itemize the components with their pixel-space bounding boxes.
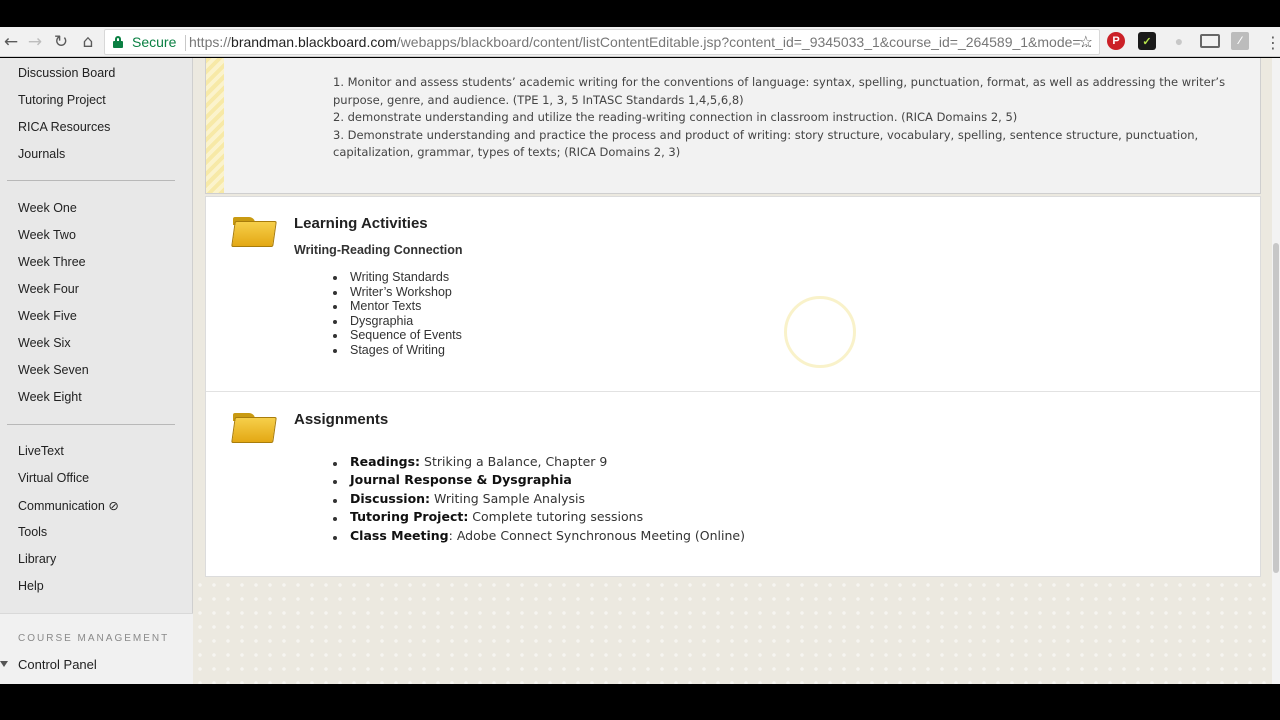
menu-week-five[interactable]: Week Five: [18, 309, 77, 323]
menu-week-four[interactable]: Week Four: [18, 282, 79, 296]
url-path: /webapps/blackboard/content/listContentE…: [396, 34, 1093, 50]
scrollbar-thumb[interactable]: [1273, 243, 1279, 573]
objective-line: 1. Monitor and assess students’ academic…: [333, 75, 1226, 89]
assignment-text: : Adobe Connect Synchronous Meeting (Onl…: [448, 528, 745, 543]
list-bullet: [333, 334, 337, 338]
lock-icon: [113, 36, 123, 48]
checkmark-extension-icon[interactable]: ✓: [1138, 32, 1156, 50]
objectives-stripe: [206, 58, 224, 193]
address-bar[interactable]: Secure https://brandman.blackboard.com/w…: [104, 29, 1100, 55]
list-bullet: [333, 291, 337, 295]
page-scrollbar[interactable]: [1272, 58, 1280, 684]
assignment-label: Tutoring Project:: [350, 509, 469, 524]
folder-icon: [231, 411, 277, 445]
menu-divider: [7, 424, 175, 425]
objective-line: 3. Demonstrate understanding and practic…: [333, 128, 1199, 142]
extension-icon[interactable]: ●: [1170, 32, 1188, 50]
assignment-item: Journal Response & Dysgraphia: [350, 472, 572, 487]
menu-icon[interactable]: ⋮: [1262, 31, 1280, 53]
menu-week-one[interactable]: Week One: [18, 201, 77, 215]
list-bullet: [333, 349, 337, 353]
pinterest-icon[interactable]: P: [1107, 32, 1125, 50]
course-menu: Discussion Board Tutoring Project RICA R…: [0, 58, 193, 684]
menu-week-three[interactable]: Week Three: [18, 255, 86, 269]
learning-activities-subtitle: Writing-Reading Connection: [294, 243, 463, 257]
menu-journals[interactable]: Journals: [18, 147, 65, 161]
objective-line: 2. demonstrate understanding and utilize…: [333, 110, 1018, 124]
card-divider: [206, 391, 1260, 392]
address-separator: [185, 35, 186, 51]
url-scheme: https://: [189, 34, 232, 50]
menu-virtual-office[interactable]: Virtual Office: [18, 471, 89, 485]
menu-week-six[interactable]: Week Six: [18, 336, 71, 350]
assignments-link[interactable]: Assignments: [294, 411, 388, 428]
triangle-down-icon[interactable]: [0, 661, 8, 667]
menu-communication[interactable]: Communication ⊘: [18, 498, 119, 513]
learning-activities-link[interactable]: Learning Activities: [294, 215, 428, 232]
reload-icon[interactable]: ↻: [50, 31, 72, 53]
list-bullet: [333, 276, 337, 280]
list-bullet: [333, 499, 337, 503]
cast-icon[interactable]: [1200, 34, 1220, 48]
extension-gray-icon[interactable]: ⁄: [1231, 32, 1249, 50]
secure-label: Secure: [132, 34, 177, 50]
assignment-text: Writing Sample Analysis: [430, 491, 585, 506]
assignment-item: Discussion: Writing Sample Analysis: [350, 491, 585, 506]
menu-tutoring-project[interactable]: Tutoring Project: [18, 93, 106, 107]
list-bullet: [333, 305, 337, 309]
menu-livetext[interactable]: LiveText: [18, 444, 64, 458]
folder-icon: [231, 215, 277, 249]
browser-chrome: ← → ↻ ⌂ Secure https://brandman.blackboa…: [0, 0, 1280, 60]
list-bullet: [333, 517, 337, 521]
page-pattern: [193, 578, 1280, 684]
list-item: Writer’s Workshop: [350, 285, 452, 299]
menu-rica-resources[interactable]: RICA Resources: [18, 120, 110, 134]
menu-library[interactable]: Library: [18, 552, 56, 566]
menu-discussion-board[interactable]: Discussion Board: [18, 66, 115, 80]
control-panel-link[interactable]: Control Panel: [18, 657, 97, 672]
loading-spinner-icon: [784, 296, 856, 368]
list-item: Sequence of Events: [350, 328, 462, 342]
course-management-title: COURSE MANAGEMENT: [18, 633, 170, 644]
screen-bottom-bar: [0, 684, 1280, 720]
assignment-label: Journal Response & Dysgraphia: [350, 472, 572, 487]
objectives-block: 1. Monitor and assess students’ academic…: [205, 58, 1261, 194]
assignment-label: Discussion:: [350, 491, 431, 506]
url-host: brandman.blackboard.com: [231, 34, 397, 50]
assignment-text: Striking a Balance, Chapter 9: [420, 454, 608, 469]
list-item: Writing Standards: [350, 270, 450, 284]
course-management-panel: [0, 613, 193, 684]
list-item: Mentor Texts: [350, 299, 422, 313]
list-item: Stages of Writing: [350, 343, 445, 357]
menu-tools[interactable]: Tools: [18, 525, 47, 539]
list-bullet: [333, 462, 337, 466]
objective-line: capitalization, grammar, types of texts;…: [333, 145, 681, 159]
assignment-item: Tutoring Project: Complete tutoring sess…: [350, 509, 643, 524]
forward-icon[interactable]: →: [24, 31, 46, 53]
list-item: Dysgraphia: [350, 314, 414, 328]
assignment-item: Readings: Striking a Balance, Chapter 9: [350, 454, 607, 469]
content-card: Learning Activities Writing-Reading Conn…: [205, 196, 1261, 577]
objective-line: purpose, genre, and audience. (TPE 1, 3,…: [333, 93, 744, 107]
list-bullet: [333, 536, 337, 540]
assignment-label: Class Meeting: [350, 528, 449, 543]
browser-toolbar: ← → ↻ ⌂ Secure https://brandman.blackboa…: [0, 27, 1280, 57]
assignment-text: Complete tutoring sessions: [468, 509, 644, 524]
home-icon[interactable]: ⌂: [77, 31, 99, 53]
menu-week-eight[interactable]: Week Eight: [18, 390, 82, 404]
list-bullet: [333, 480, 337, 484]
star-icon[interactable]: ☆: [1079, 30, 1093, 54]
list-bullet: [333, 320, 337, 324]
menu-week-seven[interactable]: Week Seven: [18, 363, 89, 377]
assignment-item: Class Meeting: Adobe Connect Synchronous…: [350, 528, 745, 543]
menu-week-two[interactable]: Week Two: [18, 228, 76, 242]
back-icon[interactable]: ←: [0, 31, 22, 53]
blackboard-page: Discussion Board Tutoring Project RICA R…: [0, 58, 1280, 684]
menu-help[interactable]: Help: [18, 579, 44, 593]
url-text: https://brandman.blackboard.com/webapps/…: [189, 30, 1092, 54]
menu-divider: [7, 180, 175, 181]
assignment-label: Readings:: [350, 454, 421, 469]
